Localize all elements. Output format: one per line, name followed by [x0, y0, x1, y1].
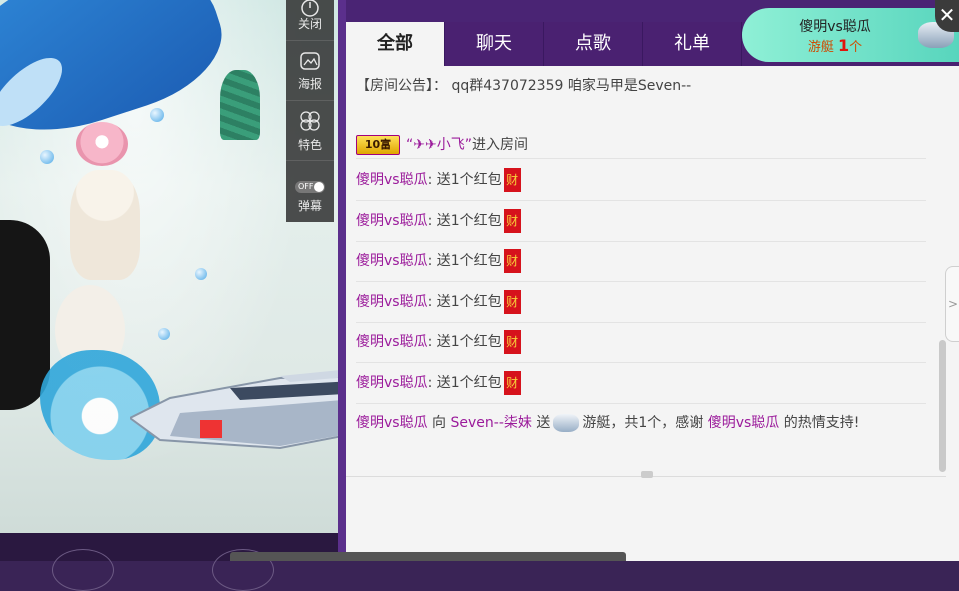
chat-text: : 送1个红包: [427, 294, 502, 310]
poster-button[interactable]: 海报: [286, 40, 334, 97]
chat-row: 傻明vs聪瓜: 送1个红包财: [356, 282, 926, 323]
chat-messages[interactable]: 【房间公告】： qq群437072359 咱家马甲是Seven-- 10富 “✈✈…: [356, 66, 929, 476]
close-video-button[interactable]: 关闭: [286, 0, 334, 38]
chat-username[interactable]: 傻明vs聪瓜: [356, 375, 428, 391]
poster-label: 海报: [297, 77, 322, 91]
panel-divider: [338, 0, 346, 561]
circles-icon: [298, 111, 322, 131]
gift-name: 游艇: [807, 40, 834, 55]
image-icon: [298, 51, 322, 71]
thanks-suffix: 的热情支持!: [783, 415, 860, 431]
chat-row: 傻明vs聪瓜: 送1个红包财: [356, 322, 926, 363]
thanked-user[interactable]: 傻明vs聪瓜: [708, 415, 780, 431]
danmaku-toggle[interactable]: OFF 弹幕: [286, 160, 334, 217]
gift-receiver[interactable]: Seven--柒妹: [451, 415, 532, 431]
chat-text: : 送1个红包: [427, 253, 502, 269]
entering-user[interactable]: “✈✈小飞”: [406, 137, 472, 153]
announcement-prefix: 【房间公告】：: [356, 78, 447, 94]
chevron-up-icon[interactable]: [641, 471, 653, 478]
room-announcement: 【房间公告】： qq群437072359 咱家马甲是Seven--: [356, 75, 926, 95]
chat-username[interactable]: 傻明vs聪瓜: [356, 334, 428, 350]
enter-action: 进入房间: [471, 137, 528, 153]
red-packet-badge: 财: [503, 249, 521, 273]
red-packet-badge: 财: [503, 371, 521, 395]
side-toolbar: 关闭 海报 特色 OFF 弹幕: [286, 0, 334, 222]
chat-row: 傻明vs聪瓜: 送1个红包财: [356, 201, 926, 242]
gift-notification-card[interactable]: 傻明vs聪瓜 游艇 1个: [742, 8, 959, 62]
rose-decoration: [76, 122, 128, 166]
features-label: 特色: [297, 138, 322, 152]
chat-text: : 送1个红包: [427, 213, 502, 229]
gift-sender-name: 傻明vs聪瓜: [799, 19, 871, 35]
chat-username[interactable]: 傻明vs聪瓜: [356, 213, 428, 229]
gift-thanks-message: 傻明vs聪瓜 向 Seven--柒妹 送 游艇，共1个，感谢 傻明vs聪瓜 的热情…: [356, 410, 916, 436]
close-icon[interactable]: ✕: [935, 0, 959, 32]
chat-text: : 送1个红包: [427, 172, 502, 188]
gift-sender[interactable]: 傻明vs聪瓜: [356, 415, 428, 431]
features-button[interactable]: 特色: [286, 100, 334, 157]
chat-row: 傻明vs聪瓜: 送1个红包财: [356, 363, 926, 404]
chat-panel: 全部 聊天 点歌 礼单 傻明vs聪瓜 游艇 1个 ✕ 【房间公告】： qq群43…: [346, 0, 959, 561]
yacht-gift-animation: [130, 370, 338, 450]
tab-song-request[interactable]: 点歌: [544, 22, 643, 66]
chat-username[interactable]: 傻明vs聪瓜: [356, 294, 428, 310]
level-badge: 10富: [356, 135, 400, 155]
gift-summary: 游艇 1个: [770, 36, 900, 55]
chat-row: 傻明vs聪瓜: 送1个红包财: [356, 160, 926, 201]
close-label: 关闭: [297, 17, 322, 31]
teddy-bear: [70, 170, 140, 280]
boat-icon: [553, 414, 580, 432]
bottom-overlay-bar: [230, 552, 626, 561]
bubble: [158, 328, 170, 340]
red-packet-badge: 财: [503, 290, 521, 314]
seaweed-decoration: [220, 70, 260, 140]
send-word: 送: [536, 415, 551, 431]
bubble: [150, 108, 164, 122]
chat-scrollbar[interactable]: [939, 340, 946, 472]
danmaku-toggle-switch[interactable]: OFF: [295, 181, 325, 193]
gift-count: 1: [838, 36, 850, 55]
red-packet-badge: 财: [503, 330, 521, 354]
video-control[interactable]: [52, 549, 114, 591]
toggle-icon: OFF: [294, 177, 326, 197]
red-packet-badge: 财: [503, 209, 521, 233]
tab-all[interactable]: 全部: [346, 22, 445, 66]
chat-username[interactable]: 傻明vs聪瓜: [356, 172, 428, 188]
chat-row: 傻明vs聪瓜: 送1个红包财: [356, 241, 926, 282]
chat-username[interactable]: 傻明vs聪瓜: [356, 253, 428, 269]
announcement-text: qq群437072359 咱家马甲是Seven--: [451, 78, 692, 94]
gift-description: 游艇，共1个，感谢: [582, 415, 704, 431]
red-packet-badge: 财: [503, 168, 521, 192]
enter-room-message: 10富 “✈✈小飞”进入房间: [356, 132, 926, 159]
chat-text: : 送1个红包: [427, 375, 502, 391]
bubble: [40, 150, 54, 164]
tab-gift-list[interactable]: 礼单: [643, 22, 742, 66]
chevron-right-icon[interactable]: >: [945, 266, 959, 342]
danmaku-label: 弹幕: [297, 199, 322, 213]
gift-unit: 个: [849, 40, 863, 55]
to-word: 向: [432, 415, 447, 431]
bubble: [195, 268, 207, 280]
chat-text: : 送1个红包: [427, 334, 502, 350]
tab-chat[interactable]: 聊天: [445, 22, 544, 66]
